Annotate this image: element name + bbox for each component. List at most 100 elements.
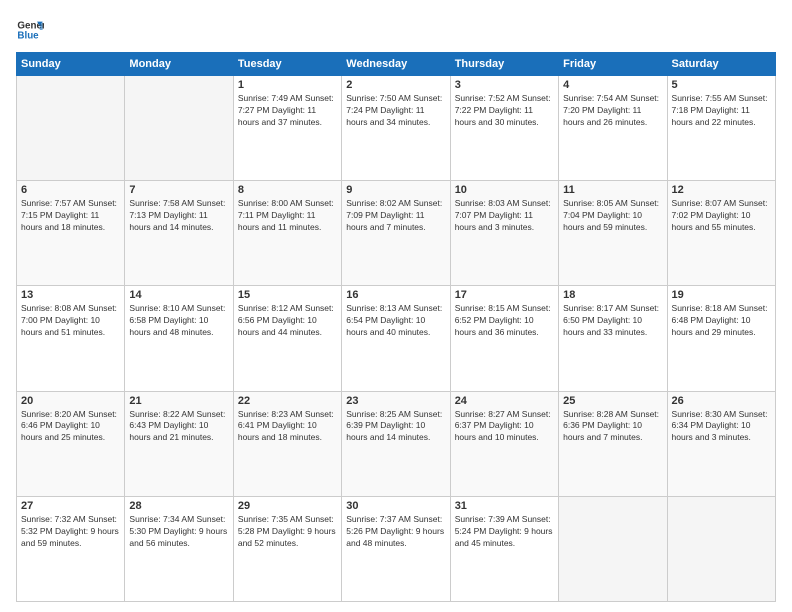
day-number: 9 [346, 184, 445, 196]
day-number: 31 [455, 500, 554, 512]
calendar-cell: 3 Sunrise: 7:52 AM Sunset: 7:22 PM Daylig… [450, 76, 558, 181]
calendar-cell: 9Sunrise: 8:02 AM Sunset: 7:09 PM Daylig… [342, 181, 450, 286]
day-number: 14 [129, 289, 228, 301]
day-info: Sunrise: 7:49 AM Sunset: 7:27 PM Dayligh… [238, 93, 337, 129]
weekday-header: Monday [125, 53, 233, 76]
day-number: 19 [672, 289, 771, 301]
day-number: 21 [129, 395, 228, 407]
calendar-cell [125, 76, 233, 181]
calendar-cell [559, 496, 667, 601]
calendar-cell: 28 Sunrise: 7:34 AM Sunset: 5:30 PM Dayli… [125, 496, 233, 601]
day-number: 18 [563, 289, 662, 301]
day-info: Sunrise: 7:35 AM Sunset: 5:28 PM Dayligh… [238, 514, 337, 550]
day-number: 15 [238, 289, 337, 301]
header: General Blue [16, 16, 776, 44]
calendar-cell: 29 Sunrise: 7:35 AM Sunset: 5:28 PM Dayli… [233, 496, 341, 601]
day-number: 24 [455, 395, 554, 407]
day-info: Sunrise: 8:18 AM Sunset: 6:48 PM Dayligh… [672, 303, 771, 339]
calendar-cell: 23 Sunrise: 8:25 AM Sunset: 6:39 PM Dayli… [342, 391, 450, 496]
calendar-week-row: 1 Sunrise: 7:49 AM Sunset: 7:27 PM Daylig… [17, 76, 776, 181]
day-number: 7 [129, 184, 228, 196]
calendar-cell: 7 Sunrise: 7:58 AM Sunset: 7:13 PM Daylig… [125, 181, 233, 286]
day-info: Sunrise: 7:32 AM Sunset: 5:32 PM Dayligh… [21, 514, 120, 550]
calendar-cell: 13 Sunrise: 8:08 AM Sunset: 7:00 PM Dayli… [17, 286, 125, 391]
day-number: 20 [21, 395, 120, 407]
calendar-week-row: 20 Sunrise: 8:20 AM Sunset: 6:46 PM Dayli… [17, 391, 776, 496]
day-info: Sunrise: 8:03 AM Sunset: 7:07 PM Dayligh… [455, 198, 554, 234]
day-info: Sunrise: 7:37 AM Sunset: 5:26 PM Dayligh… [346, 514, 445, 550]
calendar-cell: 11 Sunrise: 8:05 AM Sunset: 7:04 PM Dayli… [559, 181, 667, 286]
day-number: 30 [346, 500, 445, 512]
calendar-cell: 18 Sunrise: 8:17 AM Sunset: 6:50 PM Dayli… [559, 286, 667, 391]
calendar-cell: 24 Sunrise: 8:27 AM Sunset: 6:37 PM Dayli… [450, 391, 558, 496]
day-number: 29 [238, 500, 337, 512]
day-info: Sunrise: 8:00 AM Sunset: 7:11 PM Dayligh… [238, 198, 337, 234]
calendar-cell: 19 Sunrise: 8:18 AM Sunset: 6:48 PM Dayli… [667, 286, 775, 391]
weekday-header: Tuesday [233, 53, 341, 76]
calendar-cell: 25 Sunrise: 8:28 AM Sunset: 6:36 PM Dayli… [559, 391, 667, 496]
calendar-week-row: 13 Sunrise: 8:08 AM Sunset: 7:00 PM Dayli… [17, 286, 776, 391]
calendar-week-row: 27 Sunrise: 7:32 AM Sunset: 5:32 PM Dayli… [17, 496, 776, 601]
day-number: 13 [21, 289, 120, 301]
day-info: Sunrise: 8:07 AM Sunset: 7:02 PM Dayligh… [672, 198, 771, 234]
calendar-cell: 2 Sunrise: 7:50 AM Sunset: 7:24 PM Daylig… [342, 76, 450, 181]
calendar-cell: 15Sunrise: 8:12 AM Sunset: 6:56 PM Dayli… [233, 286, 341, 391]
weekday-header: Friday [559, 53, 667, 76]
day-info: Sunrise: 8:27 AM Sunset: 6:37 PM Dayligh… [455, 409, 554, 445]
calendar-body: 1 Sunrise: 7:49 AM Sunset: 7:27 PM Daylig… [17, 76, 776, 602]
calendar-cell [17, 76, 125, 181]
day-number: 23 [346, 395, 445, 407]
calendar-week-row: 6Sunrise: 7:57 AM Sunset: 7:15 PM Daylig… [17, 181, 776, 286]
logo-icon: General Blue [16, 16, 44, 44]
day-number: 25 [563, 395, 662, 407]
calendar-cell: 16Sunrise: 8:13 AM Sunset: 6:54 PM Dayli… [342, 286, 450, 391]
calendar-cell: 20 Sunrise: 8:20 AM Sunset: 6:46 PM Dayli… [17, 391, 125, 496]
day-number: 8 [238, 184, 337, 196]
day-info: Sunrise: 8:25 AM Sunset: 6:39 PM Dayligh… [346, 409, 445, 445]
day-number: 1 [238, 79, 337, 91]
day-info: Sunrise: 8:30 AM Sunset: 6:34 PM Dayligh… [672, 409, 771, 445]
calendar-cell: 6Sunrise: 7:57 AM Sunset: 7:15 PM Daylig… [17, 181, 125, 286]
calendar-header-row: SundayMondayTuesdayWednesdayThursdayFrid… [17, 53, 776, 76]
calendar-cell: 30 Sunrise: 7:37 AM Sunset: 5:26 PM Dayli… [342, 496, 450, 601]
day-number: 3 [455, 79, 554, 91]
day-number: 2 [346, 79, 445, 91]
day-number: 27 [21, 500, 120, 512]
day-info: Sunrise: 7:54 AM Sunset: 7:20 PM Dayligh… [563, 93, 662, 129]
calendar-cell [667, 496, 775, 601]
day-number: 11 [563, 184, 662, 196]
day-info: Sunrise: 7:58 AM Sunset: 7:13 PM Dayligh… [129, 198, 228, 234]
calendar-cell: 5Sunrise: 7:55 AM Sunset: 7:18 PM Daylig… [667, 76, 775, 181]
weekday-header: Sunday [17, 53, 125, 76]
day-info: Sunrise: 7:34 AM Sunset: 5:30 PM Dayligh… [129, 514, 228, 550]
calendar-table: SundayMondayTuesdayWednesdayThursdayFrid… [16, 52, 776, 602]
day-info: Sunrise: 8:10 AM Sunset: 6:58 PM Dayligh… [129, 303, 228, 339]
calendar-cell: 27 Sunrise: 7:32 AM Sunset: 5:32 PM Dayli… [17, 496, 125, 601]
day-info: Sunrise: 8:13 AM Sunset: 6:54 PM Dayligh… [346, 303, 445, 339]
day-info: Sunrise: 8:05 AM Sunset: 7:04 PM Dayligh… [563, 198, 662, 234]
day-info: Sunrise: 7:50 AM Sunset: 7:24 PM Dayligh… [346, 93, 445, 129]
day-info: Sunrise: 8:28 AM Sunset: 6:36 PM Dayligh… [563, 409, 662, 445]
day-number: 17 [455, 289, 554, 301]
calendar-cell: 17Sunrise: 8:15 AM Sunset: 6:52 PM Dayli… [450, 286, 558, 391]
calendar-cell: 10 Sunrise: 8:03 AM Sunset: 7:07 PM Dayli… [450, 181, 558, 286]
day-info: Sunrise: 8:08 AM Sunset: 7:00 PM Dayligh… [21, 303, 120, 339]
weekday-header: Wednesday [342, 53, 450, 76]
calendar-cell: 14 Sunrise: 8:10 AM Sunset: 6:58 PM Dayli… [125, 286, 233, 391]
day-number: 10 [455, 184, 554, 196]
day-number: 22 [238, 395, 337, 407]
logo: General Blue [16, 16, 44, 44]
day-info: Sunrise: 8:20 AM Sunset: 6:46 PM Dayligh… [21, 409, 120, 445]
calendar-cell: 4Sunrise: 7:54 AM Sunset: 7:20 PM Daylig… [559, 76, 667, 181]
calendar-cell: 8 Sunrise: 8:00 AM Sunset: 7:11 PM Daylig… [233, 181, 341, 286]
day-number: 26 [672, 395, 771, 407]
day-info: Sunrise: 7:52 AM Sunset: 7:22 PM Dayligh… [455, 93, 554, 129]
weekday-header: Saturday [667, 53, 775, 76]
day-info: Sunrise: 7:39 AM Sunset: 5:24 PM Dayligh… [455, 514, 554, 550]
calendar-cell: 21 Sunrise: 8:22 AM Sunset: 6:43 PM Dayli… [125, 391, 233, 496]
day-info: Sunrise: 8:22 AM Sunset: 6:43 PM Dayligh… [129, 409, 228, 445]
day-number: 28 [129, 500, 228, 512]
day-number: 6 [21, 184, 120, 196]
calendar-cell: 12Sunrise: 8:07 AM Sunset: 7:02 PM Dayli… [667, 181, 775, 286]
day-info: Sunrise: 8:17 AM Sunset: 6:50 PM Dayligh… [563, 303, 662, 339]
